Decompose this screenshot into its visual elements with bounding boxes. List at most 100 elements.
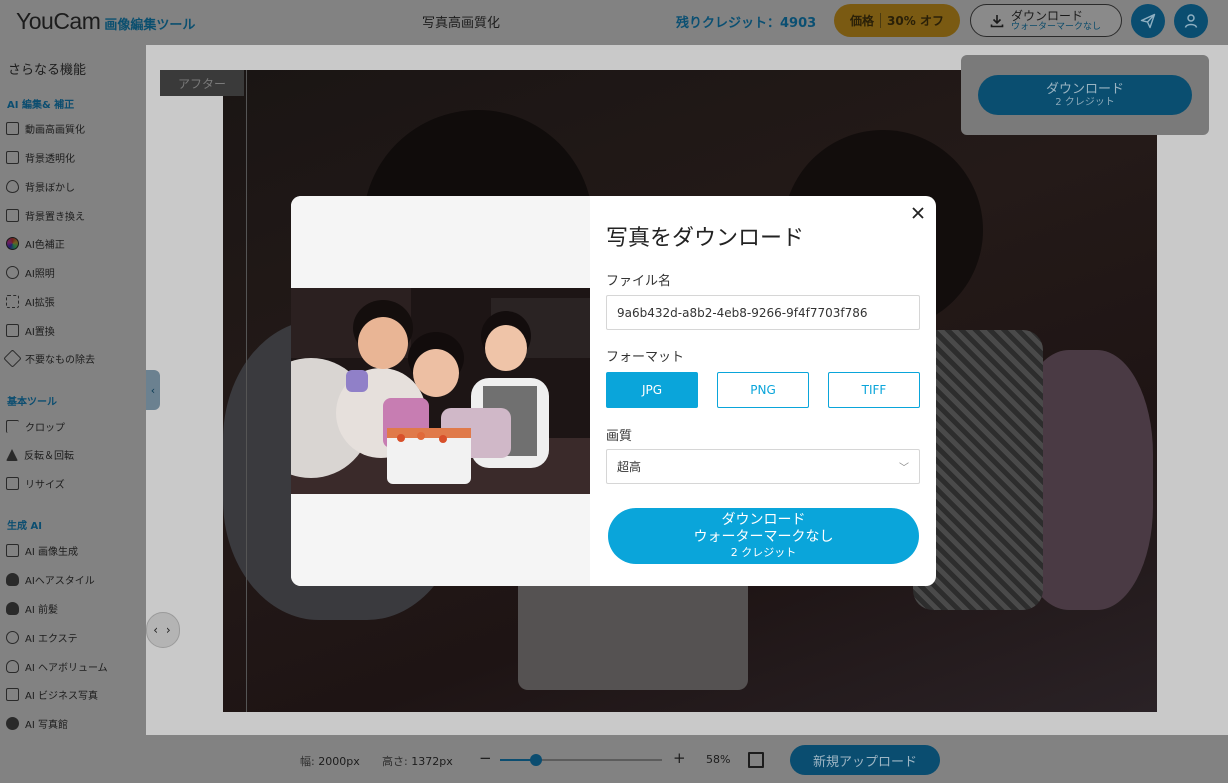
panel-download-label: ダウンロード xyxy=(1045,81,1124,97)
sidebar-item-bg-remove[interactable]: 背景透明化 xyxy=(6,150,75,165)
close-button[interactable] xyxy=(907,202,929,224)
sidebar-item-ai-color[interactable]: AI色補正 xyxy=(6,236,65,251)
zoom-in-button[interactable]: + xyxy=(673,749,686,767)
download-panel: ダウンロード 2 クレジット xyxy=(961,55,1209,135)
sidebar-item-flip-rotate[interactable]: 反転＆回転 xyxy=(6,447,74,462)
filename-input[interactable] xyxy=(606,295,920,330)
image-width: 幅: 2000px xyxy=(300,753,360,769)
preview-pane xyxy=(291,196,590,586)
price-discount: 30% オフ xyxy=(887,14,944,28)
download-no-watermark-button[interactable]: ダウンロード ウォーターマークなし 2 クレジット xyxy=(608,508,919,564)
feature-sidebar: さらなる機能 AI 編集& 補正 動画高画質化 背景透明化 背景ぼかし 背景置き… xyxy=(0,45,146,735)
header-download-button[interactable]: ダウンロード ウォーターマークなし xyxy=(970,4,1122,37)
width-value: 2000px xyxy=(318,755,360,768)
quality-label: 画質 xyxy=(606,429,633,444)
close-icon xyxy=(912,207,924,219)
header-download-label: ダウンロード xyxy=(1011,8,1084,23)
preview-photo xyxy=(291,288,590,494)
sidebar-item-bg-replace[interactable]: 背景置き換え xyxy=(6,208,85,223)
height-label: 高さ: xyxy=(382,755,408,768)
dialog-title: 写真をダウンロード xyxy=(606,226,805,251)
video-hd-icon xyxy=(6,122,19,135)
compare-divider[interactable] xyxy=(246,70,247,712)
sidebar-item-crop[interactable]: クロップ xyxy=(6,419,65,434)
image-replace-icon xyxy=(6,209,19,222)
width-label: 幅: xyxy=(300,755,315,768)
share-button[interactable] xyxy=(1131,4,1165,38)
price-label: 価格 xyxy=(850,14,875,28)
divider xyxy=(880,13,882,28)
chevron-left-icon: ‹ xyxy=(150,383,156,397)
app-logo[interactable]: YouCam 画像編集ツール xyxy=(16,8,195,35)
sidebar-item-resize[interactable]: リサイズ xyxy=(6,476,65,491)
fit-screen-icon[interactable] xyxy=(748,752,764,768)
sidebar-item-bg-blur[interactable]: 背景ぼかし xyxy=(6,179,75,194)
hair-extension-icon xyxy=(6,631,19,644)
hair-icon xyxy=(6,573,19,586)
price-button[interactable]: 価格 30% オフ xyxy=(834,4,960,37)
account-button[interactable] xyxy=(1174,4,1208,38)
format-jpg-button[interactable]: JPG xyxy=(606,372,698,408)
chevron-left-right-icon: ‹ › xyxy=(153,623,173,637)
eraser-icon xyxy=(3,349,22,368)
sidebar-item-ai-image-gen[interactable]: AI 画像生成 xyxy=(6,543,78,558)
panel-download-credits: 2 クレジット xyxy=(1055,96,1115,108)
sidebar-item-ai-hairstyle[interactable]: AIヘアスタイル xyxy=(6,572,95,587)
paper-plane-icon xyxy=(1140,13,1156,29)
zoom-out-button[interactable]: − xyxy=(479,749,492,767)
section-title-gen-ai: 生成 AI xyxy=(7,521,42,532)
sidebar-item-ai-expand[interactable]: AI拡張 xyxy=(6,294,55,309)
sidebar-item-object-remove[interactable]: 不要なもの除去 xyxy=(3,349,95,368)
new-upload-button[interactable]: 新規アップロード xyxy=(790,745,940,775)
zoom-value: 58% xyxy=(706,753,731,766)
expand-icon xyxy=(6,295,19,308)
resize-icon xyxy=(6,477,19,490)
height-value: 1372px xyxy=(411,755,453,768)
sidebar-item-ai-extension[interactable]: AI エクステ xyxy=(6,630,78,645)
logo-text: YouCam xyxy=(16,8,101,34)
hair-volume-icon xyxy=(6,660,19,673)
panel-download-button[interactable]: ダウンロード 2 クレジット xyxy=(978,75,1192,115)
compare-toggle-button[interactable]: ‹ › xyxy=(146,612,180,648)
sidebar-item-ai-studio[interactable]: AI 写真館 xyxy=(6,716,68,731)
sun-icon xyxy=(6,266,19,279)
drop-icon xyxy=(6,180,19,193)
sidebar-item-video-enhance[interactable]: 動画高画質化 xyxy=(6,121,85,136)
image-height: 高さ: 1372px xyxy=(382,753,453,769)
sidebar-item-ai-bangs[interactable]: AI 前髪 xyxy=(6,601,58,616)
sparkle-image-icon xyxy=(6,544,19,557)
download-button-credits: 2 クレジット xyxy=(730,546,797,559)
section-title-basic-tools: 基本ツール xyxy=(7,397,57,408)
remaining-credits: 残りクレジット：4903 xyxy=(676,16,817,31)
flip-icon xyxy=(6,448,18,461)
sidebar-item-ai-business-photo[interactable]: AI ビジネス写真 xyxy=(6,687,98,702)
sidebar-item-ai-volume[interactable]: AI ヘアボリューム xyxy=(6,659,108,674)
sidebar-item-ai-replace[interactable]: AI置換 xyxy=(6,323,55,338)
bottom-toolbar: 幅: 2000px 高さ: 1372px − + 58% 新規アップロード xyxy=(0,735,1228,783)
bangs-icon xyxy=(6,602,19,615)
zoom-slider-handle[interactable] xyxy=(529,754,542,766)
user-icon xyxy=(1184,14,1198,28)
download-button-line1: ダウンロード xyxy=(721,512,806,528)
sidebar-item-ai-lighting[interactable]: AI照明 xyxy=(6,265,55,280)
format-label: フォーマット xyxy=(606,350,685,365)
download-button-line2: ウォーターマークなし xyxy=(693,529,834,545)
quality-value: 超高 xyxy=(617,460,642,474)
chevron-down-icon: ﹀ xyxy=(899,463,909,474)
preview-image xyxy=(291,288,590,494)
format-png-button[interactable]: PNG xyxy=(717,372,809,408)
download-dialog: 写真をダウンロード ファイル名 フォーマット JPG PNG TIFF 画質 超… xyxy=(291,196,936,586)
portrait-icon xyxy=(6,688,19,701)
filename-label: ファイル名 xyxy=(606,274,672,289)
sidebar-collapse-toggle[interactable]: ‹ xyxy=(146,370,160,410)
zoom-slider[interactable] xyxy=(500,754,662,766)
sidebar-title: さらなる機能 xyxy=(8,63,87,78)
top-header: YouCam 画像編集ツール 写真高画質化 残りクレジット：4903 価格 30… xyxy=(0,0,1228,45)
quality-select[interactable]: 超高 ﹀ xyxy=(606,449,920,484)
photo-shape xyxy=(518,570,748,690)
color-wheel-icon xyxy=(6,237,19,250)
crop-icon xyxy=(6,420,19,433)
format-tiff-button[interactable]: TIFF xyxy=(828,372,920,408)
after-label: アフター xyxy=(160,70,244,96)
section-title-ai-edit: AI 編集& 補正 xyxy=(7,100,75,111)
